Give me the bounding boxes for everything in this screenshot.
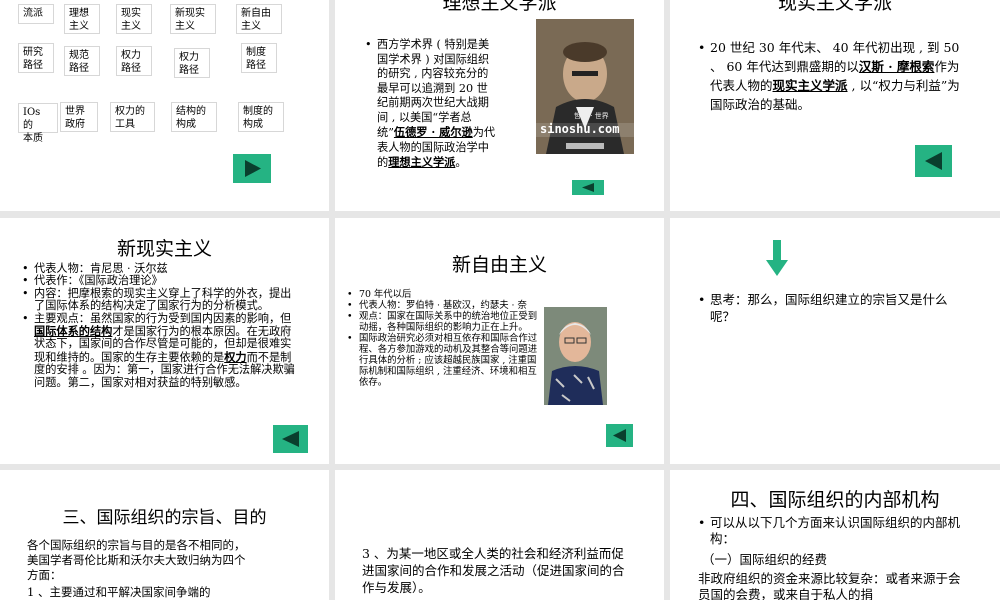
- slide-paragraph: 1 、主要通过和平解决国家间争端的: [27, 585, 211, 599]
- sub-heading: （一）国际组织的经费: [702, 552, 828, 567]
- bullet-item: 代表人物：罗伯特 · 基欧汉，约瑟夫 · 奈: [347, 300, 545, 311]
- text-run: 。: [455, 156, 467, 169]
- cell-text: 权力的 工具: [115, 106, 145, 130]
- cell-text: 制度的 构成: [243, 106, 273, 130]
- highlight-name: 伍德罗 · 威尔逊: [393, 125, 473, 139]
- slide-body: 可以从以下几个方面来认识国际组织的内部机构：: [698, 515, 968, 547]
- bullet-item: 西方学术界 ( 特别是美国学术界 ) 对国际组织的研究 , 内容较充分的最早可以…: [365, 38, 499, 171]
- highlight-term: 现实主义学派: [772, 78, 848, 93]
- text-run: 思考：那么，国际组织建立的宗旨又是什么呢？: [710, 292, 948, 324]
- cover-title: 哲学 · 世界: [574, 112, 609, 120]
- cell-text: 规范 路径: [69, 50, 89, 74]
- bullet-item: 观点：国家在国际关系中的统治地位正受到动摇，各种国际组织的影响力正在上升。: [347, 311, 545, 333]
- cell-text: 权力 路径: [121, 50, 141, 74]
- prev-slide-button[interactable]: [273, 425, 308, 453]
- table-cell: 权力 路径: [174, 48, 210, 78]
- slide-4-thumbnail[interactable]: 新现实主义 代表人物：肯尼思 · 沃尔兹 代表作：《国际政治理论》 内容：把摩根…: [0, 218, 329, 464]
- table-cell: 权力 路径: [116, 46, 152, 76]
- highlight-term: 理想主义学派: [388, 155, 456, 169]
- table-cell: IOs 的 本质: [18, 103, 58, 144]
- text-run: 观点：国家在国际关系中的统治地位正受到动摇，各种国际组织的影响力正在上升。: [359, 311, 538, 333]
- cell-text: 世界 政府: [65, 106, 85, 130]
- slide-body: 代表人物：肯尼思 · 沃尔兹 代表作：《国际政治理论》 内容：把摩根索的现实主义…: [22, 262, 302, 389]
- table-cell: 理想 主义: [64, 4, 100, 34]
- cell-text: 结构的 构成: [176, 106, 206, 130]
- highlight-term: 权力: [224, 349, 247, 364]
- cell-text: 新自由 主义: [241, 8, 271, 32]
- text-run: 主要观点：虽然国家的行为受到国内因素的影响，但: [34, 311, 292, 325]
- slide-body: 思考：那么，国际组织建立的宗旨又是什么呢？: [698, 291, 966, 325]
- play-left-icon: [613, 429, 626, 442]
- table-cell: 结构的 构成: [171, 102, 217, 132]
- table-cell: 制度的 构成: [238, 102, 284, 132]
- cell-text: 制度 路径: [246, 47, 266, 71]
- text-run: 代表作：《国际政治理论》: [34, 274, 163, 288]
- slide-body: 西方学术界 ( 特别是美国学术界 ) 对国际组织的研究 , 内容较充分的最早可以…: [365, 38, 499, 171]
- table-cell: 规范 路径: [64, 46, 100, 76]
- cell-text: IOs 的 本质: [23, 107, 43, 144]
- slide-title: 三、国际组织的宗旨、目的: [62, 508, 267, 528]
- table-cell: 新自由 主义: [236, 4, 282, 34]
- table-cell: 流派: [18, 4, 54, 24]
- slide-8-thumbnail[interactable]: 3 、为某一地区或全人类的社会和经济利益而促进国家间的合作和发展之活动（促进国家…: [335, 470, 664, 600]
- portrait-photo: [544, 307, 607, 405]
- table-cell: 研究 路径: [18, 43, 54, 73]
- slide-title: 现实主义学派: [777, 0, 892, 14]
- slide-title: 理想主义学派: [442, 0, 557, 14]
- table-cell: 新现实 主义: [170, 4, 216, 34]
- table-cell: 现实 主义: [116, 4, 152, 34]
- bullet-item: 思考：那么，国际组织建立的宗旨又是什么呢？: [698, 291, 966, 325]
- slide-6-thumbnail[interactable]: 思考：那么，国际组织建立的宗旨又是什么呢？: [670, 218, 1000, 464]
- text-run: 代表人物：罗伯特 · 基欧汉，约瑟夫 · 奈: [359, 300, 527, 311]
- text-run: 西方学术界 ( 特别是美国学术界 ) 对国际组织的研究 , 内容较充分的最早可以…: [377, 38, 490, 139]
- highlight-term: 国际体系的结构: [34, 324, 113, 339]
- book-cover-photo: sinoshu.com 哲学 · 世界: [536, 19, 634, 154]
- bullet-item: 20 世纪 30 年代末、 40 年代初出现 , 到 50 、 60 年代达到鼎…: [698, 38, 964, 114]
- slide-title: 四、国际组织的内部机构: [730, 489, 940, 511]
- play-left-icon: [925, 152, 942, 170]
- prev-slide-button[interactable]: [915, 145, 952, 177]
- bullet-item: 主要观点：虽然国家的行为受到国内因素的影响，但国际体系的结构才是国家行为的根本原…: [22, 311, 302, 389]
- cell-text: 流派: [23, 8, 43, 19]
- next-slide-button[interactable]: [233, 154, 271, 183]
- cell-text: 权力 路径: [179, 52, 199, 76]
- slide-9-thumbnail[interactable]: 四、国际组织的内部机构 可以从以下几个方面来认识国际组织的内部机构： （一）国际…: [670, 470, 1000, 600]
- slide-7-thumbnail[interactable]: 三、国际组织的宗旨、目的 各个国际组织的宗旨与目的是各不相同的，美国学者哥伦比斯…: [0, 470, 329, 600]
- text-run: 可以从以下几个方面来认识国际组织的内部机构：: [710, 515, 961, 546]
- bullet-item: 国际政治研究必须对相互依存和国际合作过程、各方参加游戏的动机及其整合等问题进行具…: [347, 333, 545, 388]
- play-left-icon: [282, 431, 299, 447]
- text-run: 内容：把摩根索的现实主义穿上了科学的外衣，提出了国际体系的结构决定了国家行为的分…: [34, 286, 292, 313]
- slide-3-thumbnail[interactable]: 现实主义学派 20 世纪 30 年代末、 40 年代初出现 , 到 50 、 6…: [670, 0, 1000, 211]
- slide-paragraph: 3 、为某一地区或全人类的社会和经济利益而促进国家间的合作和发展之活动（促进国家…: [362, 546, 625, 595]
- cell-text: 理想 主义: [69, 8, 89, 32]
- table-cell: 世界 政府: [60, 102, 98, 132]
- slide-paragraph: 非政府组织的资金来源比较复杂：或者来源于会员国的会费，或来自于私人的捐: [698, 571, 961, 600]
- table-cell: 制度 路径: [241, 43, 277, 73]
- slide-paragraph: 各个国际组织的宗旨与目的是各不相同的，美国学者哥伦比斯和沃尔夫大致归纳为四个方面…: [27, 538, 246, 582]
- highlight-name: 汉斯 · 摩根索: [858, 59, 935, 74]
- watermark-text: sinoshu.com: [540, 122, 620, 136]
- bullet-item: 70 年代以后: [347, 289, 545, 300]
- slide-body: 70 年代以后 代表人物：罗伯特 · 基欧汉，约瑟夫 · 奈 观点：国家在国际关…: [347, 289, 545, 388]
- cell-text: 新现实 主义: [175, 8, 205, 32]
- play-right-icon: [245, 160, 261, 177]
- bullet-item: 内容：把摩根索的现实主义穿上了科学的外衣，提出了国际体系的结构决定了国家行为的分…: [22, 286, 302, 313]
- slide-title: 新现实主义: [116, 238, 212, 260]
- slide-1-thumbnail[interactable]: 流派 理想 主义 现实 主义 新现实 主义 新自由 主义 研究 路径 规范 路径…: [0, 0, 329, 211]
- table-cell: 权力的 工具: [110, 102, 155, 132]
- prev-slide-button[interactable]: [606, 424, 633, 447]
- bullet-item: 可以从以下几个方面来认识国际组织的内部机构：: [698, 515, 968, 547]
- prev-slide-button[interactable]: [572, 180, 604, 195]
- slide-2-thumbnail[interactable]: 理想主义学派 西方学术界 ( 特别是美国学术界 ) 对国际组织的研究 , 内容较…: [335, 0, 664, 211]
- slide-5-thumbnail[interactable]: 新自由主义 70 年代以后 代表人物：罗伯特 · 基欧汉，约瑟夫 · 奈 观点：…: [335, 218, 664, 464]
- down-arrow-icon: [766, 240, 788, 276]
- slide-title: 新自由主义: [451, 254, 547, 276]
- text-run: 70 年代以后: [359, 289, 412, 300]
- cell-text: 现实 主义: [121, 8, 141, 32]
- cell-text: 研究 路径: [23, 47, 43, 71]
- slide-body: 20 世纪 30 年代末、 40 年代初出现 , 到 50 、 60 年代达到鼎…: [698, 38, 964, 114]
- play-left-icon: [582, 183, 594, 192]
- text-run: 国际政治研究必须对相互依存和国际合作过程、各方参加游戏的动机及其整合等问题进行具…: [359, 333, 538, 388]
